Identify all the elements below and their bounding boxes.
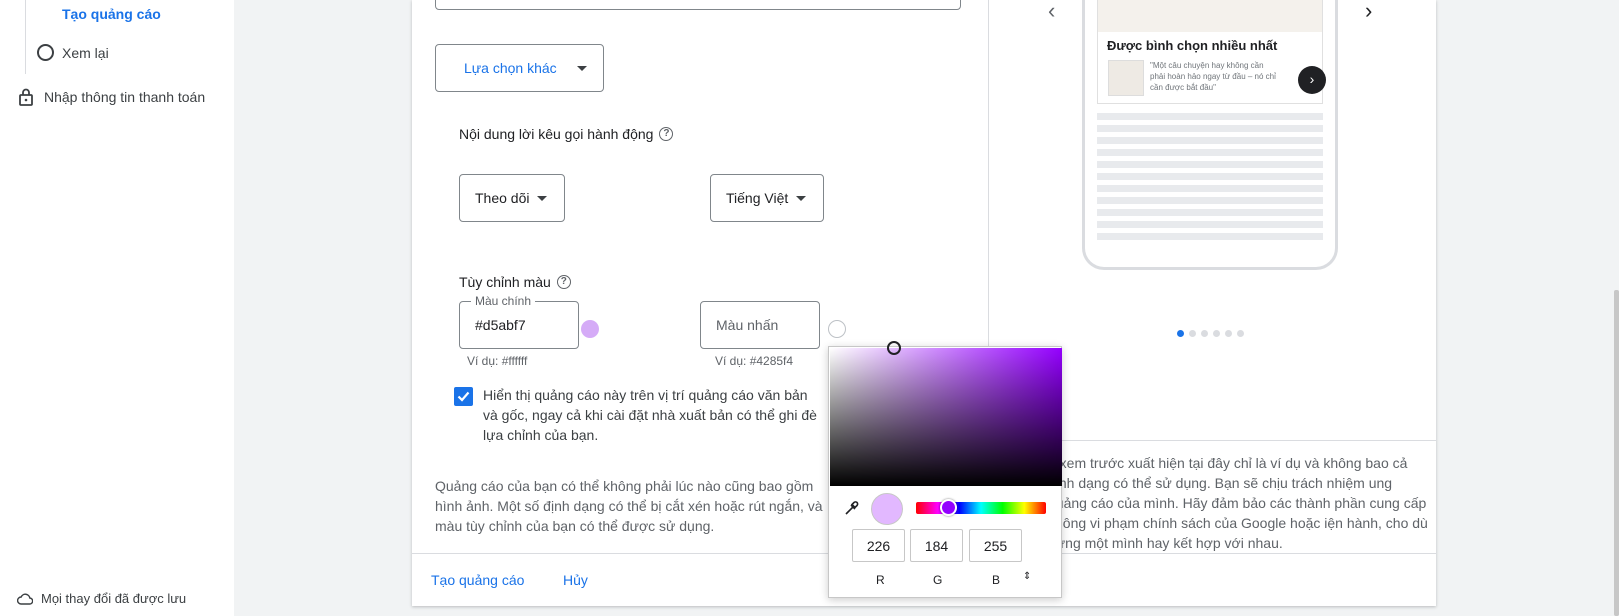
hue-slider[interactable] (916, 502, 1046, 514)
carousel-dot[interactable] (1177, 330, 1184, 337)
ad-preview-quote: "Một câu chuyện hay không cần phải hoàn … (1150, 61, 1276, 92)
carousel-dots (1177, 330, 1244, 337)
accent-color-hint: Ví dụ: #4285f4 (715, 354, 794, 368)
sv-handle[interactable] (887, 341, 901, 355)
lock-icon (19, 88, 33, 106)
step-billing[interactable]: Nhập thông tin thanh toán (18, 88, 205, 106)
preview-disclaimer: n xem trước xuất hiện tại đây chỉ là ví … (1048, 455, 1428, 551)
blue-label: B (992, 573, 1001, 587)
check-icon (457, 391, 470, 402)
accent-color-swatch[interactable] (828, 320, 846, 338)
step-connector (25, 0, 26, 74)
red-input[interactable]: 226 (852, 529, 905, 562)
caret-down-icon (537, 195, 548, 201)
eyedropper-icon[interactable] (844, 500, 860, 516)
step-create-ad[interactable]: Tạo quảng cáo (62, 6, 161, 22)
format-toggle-icon[interactable]: ⇕ (1023, 571, 1031, 582)
caret-down-icon (796, 195, 807, 201)
cta-select[interactable]: Theo dõi (459, 174, 565, 222)
ad-preview-card: Được bình chọn nhiều nhất "Một câu chuyệ… (1097, 0, 1326, 104)
phone-preview: Được bình chọn nhiều nhất "Một câu chuyệ… (1082, 0, 1338, 270)
show-on-native-checkbox[interactable] (454, 387, 473, 406)
cta-select-value: Theo dõi (475, 190, 530, 206)
primary-color-swatch[interactable] (581, 320, 599, 338)
cta-title-text: Nội dung lời kêu gọi hành động (459, 126, 654, 142)
green-input[interactable]: 184 (910, 529, 963, 562)
carousel-dot[interactable] (1201, 330, 1208, 337)
help-icon[interactable]: ? (556, 275, 571, 289)
accent-color-field[interactable]: Màu nhấn (700, 301, 820, 349)
green-label: G (933, 573, 943, 587)
text-input-above[interactable] (435, 0, 961, 10)
language-select[interactable]: Tiếng Việt (710, 174, 824, 222)
left-nav: Tạo quảng cáo Xem lại Nhập thông tin tha… (0, 0, 234, 616)
red-label: R (876, 573, 885, 587)
ad-thumbnail (1108, 60, 1144, 96)
language-select-value: Tiếng Việt (726, 190, 789, 206)
form-disclaimer: Quảng cáo của bạn có thể không phải lúc … (435, 478, 823, 534)
other-options-label: Lựa chọn khác (464, 60, 557, 76)
save-status-text: Mọi thay đổi đã được lưu (41, 591, 187, 606)
color-section-title: Tùy chỉnh màu ? (459, 274, 571, 290)
color-title-text: Tùy chỉnh màu (459, 274, 551, 290)
primary-color-label: Màu chính (471, 294, 536, 308)
carousel-dot[interactable] (1225, 330, 1232, 337)
primary-color-field[interactable]: Màu chính #d5abf7 (459, 294, 579, 349)
preview-prev-arrow[interactable]: ‹ (1048, 0, 1055, 24)
step-billing-label: Nhập thông tin thanh toán (44, 89, 206, 105)
blue-input[interactable]: 255 (969, 529, 1022, 562)
step-review[interactable]: Xem lại (37, 44, 109, 61)
save-status: Mọi thay đổi đã được lưu (17, 591, 186, 606)
preview-next-arrow[interactable]: › (1365, 0, 1372, 24)
scrollbar-thumb[interactable] (1614, 290, 1619, 616)
hue-slider-handle[interactable] (940, 499, 957, 516)
color-preview-swatch (871, 493, 903, 525)
carousel-dot[interactable] (1189, 330, 1196, 337)
other-options-dropdown[interactable]: Lựa chọn khác (435, 44, 604, 92)
primary-color-value: #d5abf7 (475, 317, 526, 333)
ad-screenshot-image (1098, 0, 1322, 32)
step-review-label: Xem lại (62, 44, 109, 61)
color-picker-popup: 226 184 255 R G B ⇕ (828, 341, 1062, 598)
primary-color-hint: Ví dụ: #ffffff (467, 354, 528, 368)
circle-icon (37, 44, 54, 61)
chevron-right-icon[interactable]: › (1298, 66, 1326, 94)
create-ad-button[interactable]: Tạo quảng cáo (431, 572, 524, 588)
ad-preview-title: Được bình chọn nhiều nhất (1107, 38, 1278, 53)
placeholder-lines (1097, 113, 1323, 245)
accent-color-placeholder: Màu nhấn (716, 317, 779, 333)
carousel-dot[interactable] (1237, 330, 1244, 337)
caret-down-icon (576, 65, 587, 71)
help-icon[interactable]: ? (659, 127, 674, 141)
carousel-dot[interactable] (1213, 330, 1220, 337)
cta-section-title: Nội dung lời kêu gọi hành động ? (459, 126, 674, 142)
cloud-done-icon (17, 593, 33, 605)
saturation-value-area[interactable] (830, 341, 1062, 486)
checkbox-label: Hiển thị quảng cáo này trên vị trí quảng… (483, 387, 817, 443)
cancel-button[interactable]: Hủy (563, 572, 588, 588)
